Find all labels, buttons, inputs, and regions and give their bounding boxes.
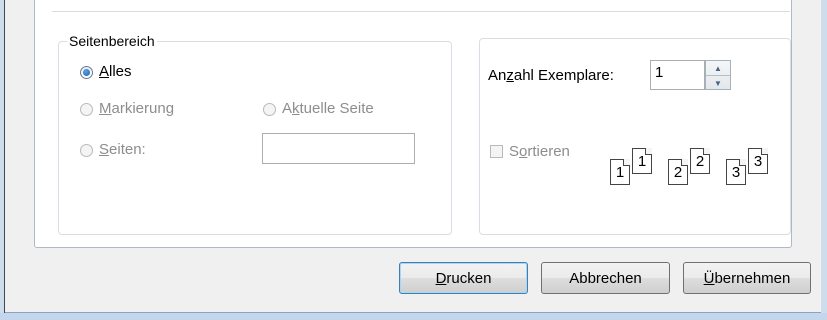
radio-selection[interactable]: Markierung	[80, 101, 174, 117]
page-front-icon: 1	[610, 159, 630, 185]
copies-label: Anzahl Exemplare:	[488, 67, 614, 84]
page-range-title: Seitenbereich	[67, 33, 157, 49]
page-back-icon: 3	[748, 148, 768, 174]
print-button[interactable]: Drucken	[399, 262, 528, 294]
radio-current-page-label: Aktuelle Seite	[282, 100, 374, 117]
page-front-icon: 3	[726, 159, 746, 185]
window-border-left-edge	[4, 0, 5, 320]
collate-pages-icon-1: 1 1	[610, 148, 652, 188]
window-border-bottom	[0, 313, 827, 320]
page-back-icon: 2	[690, 148, 710, 174]
radio-current-page-circle[interactable]	[263, 102, 276, 116]
copies-spinner[interactable]: ▲ ▼	[705, 60, 731, 90]
copies-input[interactable]: 1	[650, 60, 705, 90]
collate-checkbox[interactable]: Sortieren	[490, 143, 570, 160]
collate-pages-icon-2: 2 2	[668, 148, 710, 188]
radio-current-page[interactable]: Aktuelle Seite	[263, 101, 374, 117]
radio-pages[interactable]: Seiten:	[80, 142, 146, 158]
window-border-right	[821, 0, 827, 320]
collate-pages-icon-3: 3 3	[726, 148, 768, 188]
tab-panel-divider	[52, 11, 790, 12]
radio-selection-circle[interactable]	[80, 102, 93, 116]
collate-checkbox-box[interactable]	[490, 145, 503, 158]
radio-selection-label: Markierung	[99, 100, 175, 117]
apply-button[interactable]: Übernehmen	[683, 262, 811, 294]
radio-pages-label: Seiten:	[99, 141, 146, 158]
cancel-button[interactable]: Abbrechen	[541, 262, 670, 294]
spin-down-icon[interactable]: ▼	[706, 75, 730, 90]
radio-pages-circle[interactable]	[80, 143, 93, 157]
radio-all-circle[interactable]	[80, 65, 93, 79]
spin-up-icon[interactable]: ▲	[706, 61, 730, 75]
page-front-icon: 2	[668, 159, 688, 185]
pages-input[interactable]	[262, 133, 415, 164]
radio-all-label: Alles	[99, 63, 132, 80]
collate-label: Sortieren	[509, 143, 570, 160]
page-back-icon: 1	[632, 148, 652, 174]
radio-all[interactable]: Alles	[80, 64, 132, 80]
